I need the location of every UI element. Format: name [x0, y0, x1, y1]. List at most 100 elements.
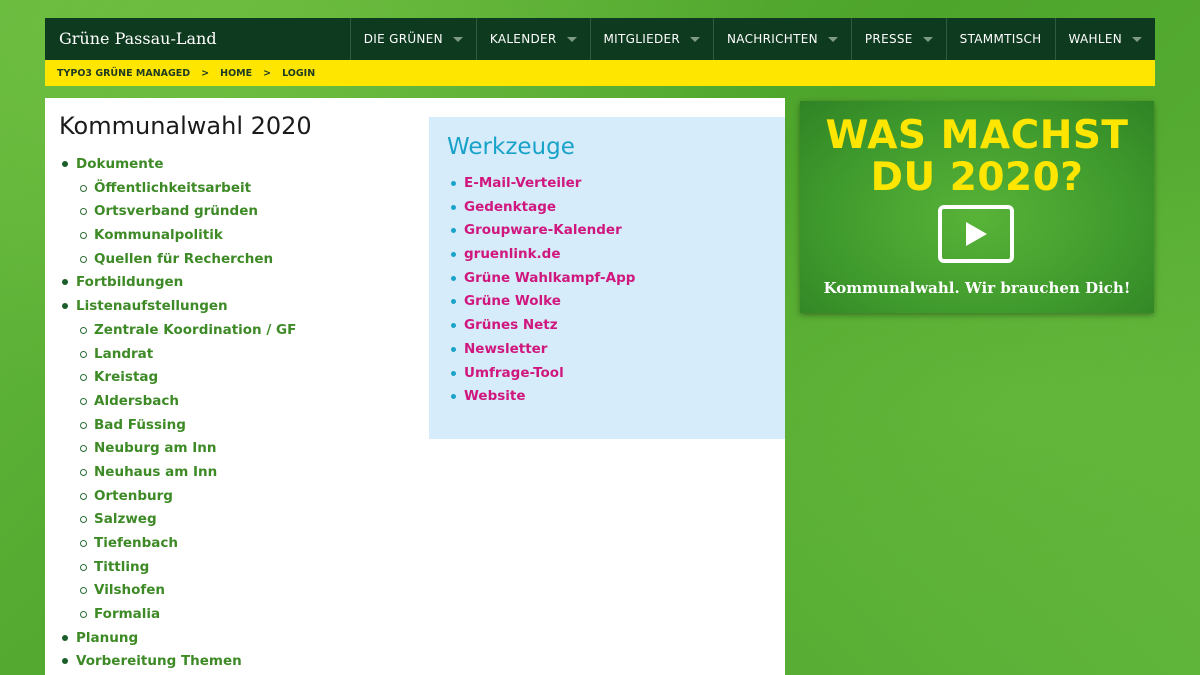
menu-item-label: NACHRICHTEN: [727, 32, 818, 46]
sub-nav-item: Tittling: [78, 556, 419, 580]
sub-nav-item: Neuburg am Inn: [78, 437, 419, 461]
sub-nav-link[interactable]: Landrat: [94, 343, 419, 367]
play-triangle: [966, 222, 987, 246]
tools-box: Werkzeuge E-Mail-Verteiler Gedenktage Gr…: [429, 117, 785, 439]
chevron-down-icon: [566, 36, 577, 42]
breadcrumb-separator: >: [263, 67, 272, 79]
sub-nav-item: Aldersbach: [78, 390, 419, 414]
sub-nav-item: Kreistag: [78, 366, 419, 390]
site-title[interactable]: Grüne Passau-Land: [45, 18, 350, 60]
menu-item-label: DIE GRÜNEN: [363, 32, 443, 46]
nav-link-dokumente[interactable]: Dokumente: [76, 153, 419, 177]
nav-item: Fortbildungen: [59, 271, 419, 295]
tool-item: Newsletter: [449, 338, 635, 362]
sub-nav-item: Ortenburg: [78, 485, 419, 509]
tool-link[interactable]: Grüne Wolke: [464, 290, 635, 314]
nav-item: Vorbereitung Themen: [59, 650, 419, 674]
tool-link[interactable]: gruenlink.de: [464, 243, 635, 267]
nav-item: Dokumente Öffentlichkeitsarbeit Ortsverb…: [59, 153, 419, 271]
tool-item: E-Mail-Verteiler: [449, 172, 635, 196]
sub-nav-link[interactable]: Kreistag: [94, 366, 419, 390]
section-navigation: Dokumente Öffentlichkeitsarbeit Ortsverb…: [59, 153, 419, 674]
tool-item: Groupware-Kalender: [449, 219, 635, 243]
tool-item: gruenlink.de: [449, 243, 635, 267]
sub-nav-item: Formalia: [78, 603, 419, 627]
top-navigation: Grüne Passau-Land DIE GRÜNEN KALENDER MI…: [45, 18, 1155, 60]
menu-item-label: MITGLIEDER: [603, 32, 681, 46]
sub-nav-link[interactable]: Aldersbach: [94, 390, 419, 414]
sub-nav-link[interactable]: Bad Füssing: [94, 414, 419, 438]
sub-navigation: Öffentlichkeitsarbeit Ortsverband gründe…: [76, 177, 419, 272]
main-menu: DIE GRÜNEN KALENDER MITGLIEDER NACHRICHT…: [349, 18, 1156, 60]
menu-item-mitglieder[interactable]: MITGLIEDER: [589, 18, 714, 60]
breadcrumb: TYPO3 GRÜNE MANAGED > HOME > LOGIN: [45, 60, 1155, 86]
menu-item-stammtisch[interactable]: STAMMTISCH: [945, 18, 1055, 60]
tool-link[interactable]: Newsletter: [464, 338, 635, 362]
menu-item-kalender[interactable]: KALENDER: [475, 18, 590, 60]
sub-nav-link[interactable]: Neuhaus am Inn: [94, 461, 419, 485]
menu-item-wahlen[interactable]: WAHLEN: [1054, 18, 1156, 60]
nav-item: Listenaufstellungen Zentrale Koordinatio…: [59, 295, 419, 627]
play-icon[interactable]: [938, 205, 1014, 263]
menu-item-presse[interactable]: PRESSE: [850, 18, 946, 60]
nav-link-fortbildungen[interactable]: Fortbildungen: [76, 271, 419, 295]
sub-nav-link[interactable]: Neuburg am Inn: [94, 437, 419, 461]
sub-nav-item: Ortsverband gründen: [78, 200, 419, 224]
sub-nav-item: Neuhaus am Inn: [78, 461, 419, 485]
menu-item-label: PRESSE: [864, 32, 913, 46]
nav-link-vorbereitung-themen[interactable]: Vorbereitung Themen: [76, 650, 419, 674]
sub-nav-link[interactable]: Zentrale Koordination / GF: [94, 319, 419, 343]
promo-headline-line: WAS MACHST: [825, 113, 1129, 158]
sub-nav-link[interactable]: Formalia: [94, 603, 419, 627]
menu-item-die-gruenen[interactable]: DIE GRÜNEN: [349, 18, 476, 60]
breadcrumb-separator: >: [201, 67, 210, 79]
menu-item-label: KALENDER: [489, 32, 557, 46]
sub-nav-item: Öffentlichkeitsarbeit: [78, 177, 419, 201]
sub-nav-link[interactable]: Salzweg: [94, 508, 419, 532]
nav-item: Planung: [59, 627, 419, 651]
breadcrumb-link-home[interactable]: HOME: [220, 68, 252, 79]
sub-nav-item: Quellen für Recherchen: [78, 248, 419, 272]
sub-nav-item: Landrat: [78, 343, 419, 367]
tool-link[interactable]: Grüne Wahlkampf-App: [464, 267, 635, 291]
sub-nav-link[interactable]: Tittling: [94, 556, 419, 580]
chevron-down-icon: [922, 36, 933, 42]
promo-headline: WAS MACHST DU 2020?: [800, 115, 1154, 199]
tool-link[interactable]: E-Mail-Verteiler: [464, 172, 635, 196]
page-title: Kommunalwahl 2020: [59, 112, 312, 140]
tool-link[interactable]: Groupware-Kalender: [464, 219, 635, 243]
sub-nav-link[interactable]: Öffentlichkeitsarbeit: [94, 177, 419, 201]
chevron-down-icon: [452, 36, 463, 42]
tool-link[interactable]: Gedenktage: [464, 196, 635, 220]
tools-title: Werkzeuge: [447, 134, 575, 160]
promo-video-banner[interactable]: WAS MACHST DU 2020? Kommunalwahl. Wir br…: [800, 101, 1154, 313]
nav-link-planung[interactable]: Planung: [76, 627, 419, 651]
chevron-down-icon: [1132, 36, 1142, 42]
promo-tagline: Kommunalwahl. Wir brauchen Dich!: [823, 279, 1131, 297]
sub-nav-link[interactable]: Ortsverband gründen: [94, 200, 419, 224]
sub-navigation: Zentrale Koordination / GF Landrat Kreis…: [76, 319, 419, 627]
tool-link[interactable]: Grünes Netz: [464, 314, 635, 338]
tool-link[interactable]: Umfrage-Tool: [464, 362, 635, 386]
chevron-down-icon: [827, 36, 838, 42]
sub-nav-item: Vilshofen: [78, 579, 419, 603]
sub-nav-item: Zentrale Koordination / GF: [78, 319, 419, 343]
breadcrumb-link-login[interactable]: LOGIN: [282, 68, 315, 79]
menu-item-nachrichten[interactable]: NACHRICHTEN: [713, 18, 851, 60]
chevron-down-icon: [690, 36, 701, 42]
sub-nav-link[interactable]: Vilshofen: [94, 579, 419, 603]
sub-nav-item: Bad Füssing: [78, 414, 419, 438]
sub-nav-link[interactable]: Ortenburg: [94, 485, 419, 509]
tool-item: Website: [449, 385, 635, 409]
breadcrumb-link-typo3[interactable]: TYPO3 GRÜNE MANAGED: [57, 68, 190, 79]
tool-link[interactable]: Website: [464, 385, 635, 409]
sub-nav-link[interactable]: Quellen für Recherchen: [94, 248, 419, 272]
sub-nav-link[interactable]: Kommunalpolitik: [94, 224, 419, 248]
tool-item: Umfrage-Tool: [449, 362, 635, 386]
nav-link-listenaufstellungen[interactable]: Listenaufstellungen: [76, 295, 419, 319]
tools-list: E-Mail-Verteiler Gedenktage Groupware-Ka…: [449, 172, 635, 409]
menu-item-label: STAMMTISCH: [959, 32, 1042, 46]
sub-nav-link[interactable]: Tiefenbach: [94, 532, 419, 556]
tool-item: Grüne Wolke: [449, 290, 635, 314]
main-content: Kommunalwahl 2020 Dokumente Öffentlichke…: [45, 98, 785, 675]
